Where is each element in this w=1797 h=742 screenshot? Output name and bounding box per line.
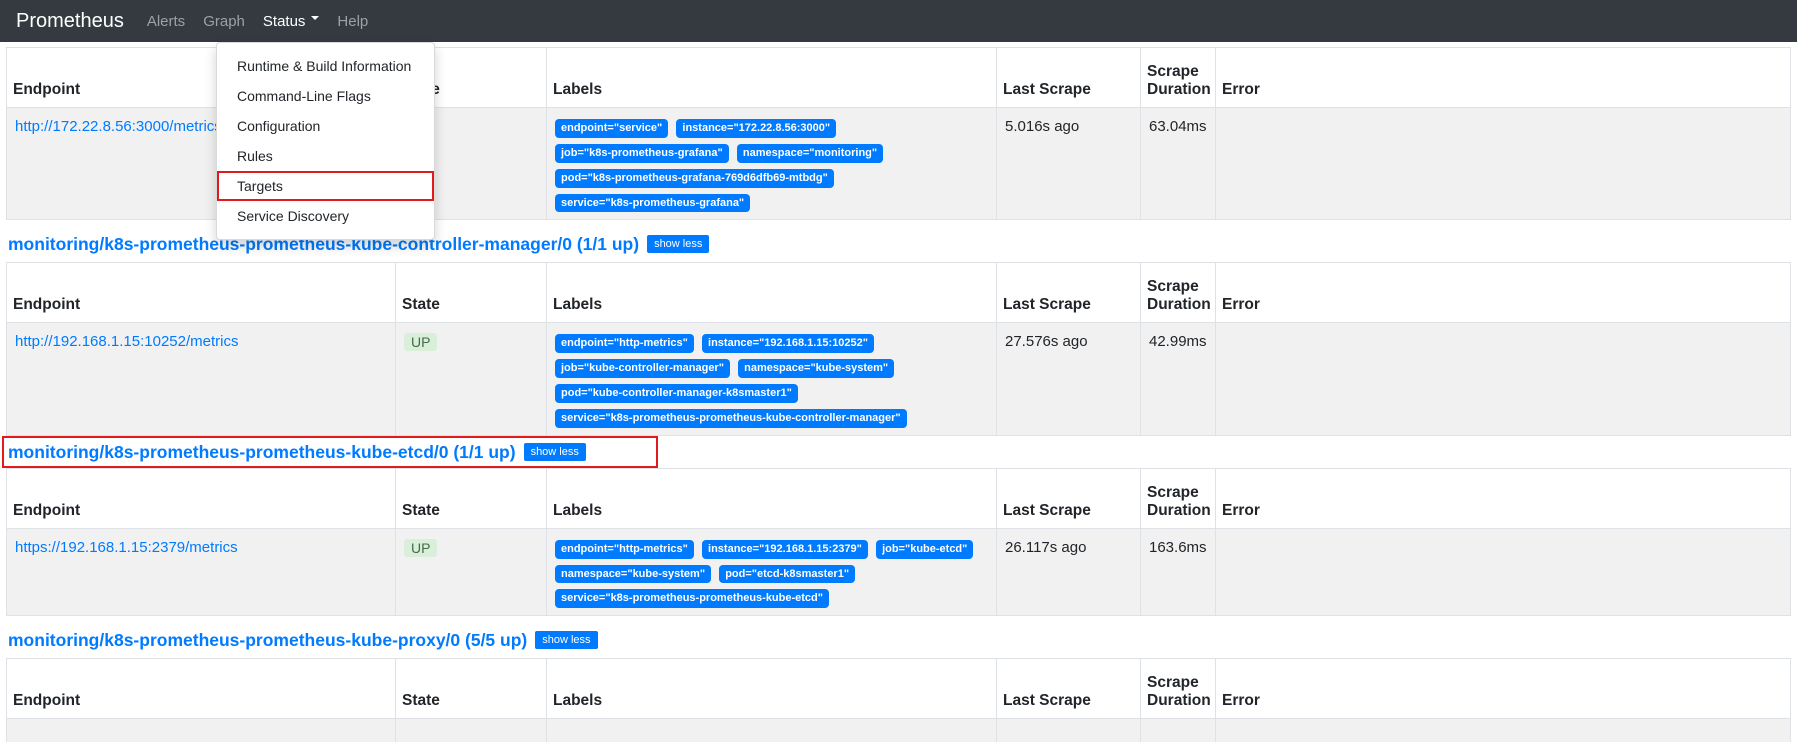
endpoint-link[interactable]: http://172.22.8.56:3000/metrics [15, 118, 222, 135]
scrape-duration-cell: 42.99ms [1141, 323, 1216, 435]
menu-item-command-line-flags[interactable]: Command-Line Flags [217, 81, 434, 111]
table-header-row: Endpoint State Labels Last Scrape Scrape… [7, 659, 1791, 719]
nav-item-help[interactable]: Help [328, 13, 377, 30]
endpoint-link[interactable]: https://192.168.1.15:2379/metrics [15, 539, 238, 556]
labels-cell [547, 719, 997, 742]
targets-table-kube-proxy: Endpoint State Labels Last Scrape Scrape… [6, 658, 1791, 742]
menu-item-targets[interactable]: Targets [217, 171, 434, 201]
error-cell [1216, 108, 1791, 220]
labels-cell: endpoint="http-metrics" instance="192.16… [547, 528, 997, 616]
column-header-last-scrape: Last Scrape [997, 263, 1141, 323]
state-cell: UP [396, 528, 547, 616]
column-header-last-scrape: Last Scrape [997, 48, 1141, 108]
show-less-button[interactable]: show less [647, 235, 709, 253]
menu-item-configuration[interactable]: Configuration [217, 111, 434, 141]
column-header-last-scrape: Last Scrape [997, 468, 1141, 528]
job-section-title-kube-proxy: monitoring/k8s-prometheus-prometheus-kub… [8, 628, 1791, 652]
column-header-scrape-duration: Scrape Duration [1141, 468, 1216, 528]
targets-table-controller-manager: Endpoint State Labels Last Scrape Scrape… [6, 262, 1791, 435]
label-badge: namespace="kube-system" [555, 565, 711, 584]
scrape-duration-cell: 163.6ms [1141, 528, 1216, 616]
caret-down-icon [311, 16, 319, 24]
label-badge: job="kube-etcd" [876, 540, 973, 559]
column-header-labels: Labels [547, 48, 997, 108]
endpoint-cell: https://192.168.1.15:2379/metrics [7, 528, 396, 616]
column-header-labels: Labels [547, 468, 997, 528]
state-cell: UP [396, 323, 547, 435]
endpoint-cell: http://192.168.1.15:10252/metrics [7, 323, 396, 435]
label-badge: endpoint="http-metrics" [555, 334, 694, 353]
column-header-labels: Labels [547, 659, 997, 719]
label-badge: pod="etcd-k8smaster1" [719, 565, 855, 584]
up-state-badge: UP [404, 333, 437, 351]
nav-item-status[interactable]: Status [254, 13, 329, 30]
status-dropdown-menu: Runtime & Build Information Command-Line… [216, 42, 435, 240]
label-badge: pod="k8s-prometheus-grafana-769d6dfb69-m… [555, 169, 834, 188]
column-header-scrape-duration: Scrape Duration [1141, 263, 1216, 323]
targets-table-etcd: Endpoint State Labels Last Scrape Scrape… [6, 468, 1791, 617]
column-header-state: State [396, 659, 547, 719]
label-badge: namespace="kube-system" [738, 359, 894, 378]
error-cell [1216, 528, 1791, 616]
nav-item-alerts[interactable]: Alerts [138, 13, 194, 30]
job-title-text: monitoring/k8s-prometheus-prometheus-kub… [8, 442, 516, 462]
endpoint-cell [7, 719, 396, 742]
column-header-error: Error [1216, 263, 1791, 323]
menu-item-rules[interactable]: Rules [217, 141, 434, 171]
endpoint-link[interactable]: http://192.168.1.15:10252/metrics [15, 333, 238, 350]
show-less-button[interactable]: show less [524, 443, 586, 461]
labels-cell: endpoint="http-metrics" instance="192.16… [547, 323, 997, 435]
error-cell [1216, 323, 1791, 435]
target-row: https://192.168.1.15:2379/metrics UP end… [7, 528, 1791, 616]
label-badge: service="k8s-prometheus-grafana" [555, 194, 750, 213]
table-header-row: Endpoint State Labels Last Scrape Scrape… [7, 263, 1791, 323]
column-header-endpoint: Endpoint [7, 263, 396, 323]
column-header-state: State [396, 468, 547, 528]
column-header-labels: Labels [547, 263, 997, 323]
menu-item-runtime-build-information[interactable]: Runtime & Build Information [217, 51, 434, 81]
label-badge: job="kube-controller-manager" [555, 359, 730, 378]
last-scrape-cell: 5.016s ago [997, 108, 1141, 220]
show-less-button[interactable]: show less [535, 631, 597, 649]
navbar: Prometheus Alerts Graph Status Help [0, 0, 1797, 42]
menu-item-service-discovery[interactable]: Service Discovery [217, 201, 434, 231]
column-header-endpoint: Endpoint [7, 659, 396, 719]
column-header-error: Error [1216, 468, 1791, 528]
label-badge: endpoint="service" [555, 119, 668, 138]
table-header-row: Endpoint State Labels Last Scrape Scrape… [7, 468, 1791, 528]
job-section-title-etcd: monitoring/k8s-prometheus-prometheus-kub… [8, 440, 586, 464]
prometheus-brand[interactable]: Prometheus [16, 10, 124, 33]
state-cell [396, 719, 547, 742]
column-header-error: Error [1216, 48, 1791, 108]
column-header-scrape-duration: Scrape Duration [1141, 659, 1216, 719]
error-cell [1216, 719, 1791, 742]
target-row: http://192.168.1.15:10252/metrics UP end… [7, 323, 1791, 435]
last-scrape-cell: 27.576s ago [997, 323, 1141, 435]
label-badge: instance="192.168.1.15:10252" [702, 334, 874, 353]
label-badge: job="k8s-prometheus-grafana" [555, 144, 729, 163]
scrape-duration-cell [1141, 719, 1216, 742]
last-scrape-cell: 26.117s ago [997, 528, 1141, 616]
label-badge: service="k8s-prometheus-prometheus-kube-… [555, 409, 907, 428]
label-badge: instance="192.168.1.15:2379" [702, 540, 868, 559]
column-header-state: State [396, 263, 547, 323]
column-header-scrape-duration: Scrape Duration [1141, 48, 1216, 108]
label-badge: instance="172.22.8.56:3000" [676, 119, 836, 138]
label-badge: service="k8s-prometheus-prometheus-kube-… [555, 589, 829, 608]
column-header-last-scrape: Last Scrape [997, 659, 1141, 719]
last-scrape-cell [997, 719, 1141, 742]
labels-cell: endpoint="service" instance="172.22.8.56… [547, 108, 997, 220]
target-row-clipped [7, 719, 1791, 742]
job-title-text: monitoring/k8s-prometheus-prometheus-kub… [8, 630, 527, 650]
column-header-endpoint: Endpoint [7, 468, 396, 528]
nav-item-graph[interactable]: Graph [194, 13, 254, 30]
annotation-highlight-box-etcd: monitoring/k8s-prometheus-prometheus-kub… [2, 436, 658, 468]
label-badge: pod="kube-controller-manager-k8smaster1" [555, 384, 798, 403]
nav-item-status-label: Status [263, 13, 306, 30]
column-header-error: Error [1216, 659, 1791, 719]
scrape-duration-cell: 63.04ms [1141, 108, 1216, 220]
label-badge: endpoint="http-metrics" [555, 540, 694, 559]
up-state-badge: UP [404, 539, 437, 557]
label-badge: namespace="monitoring" [737, 144, 883, 163]
